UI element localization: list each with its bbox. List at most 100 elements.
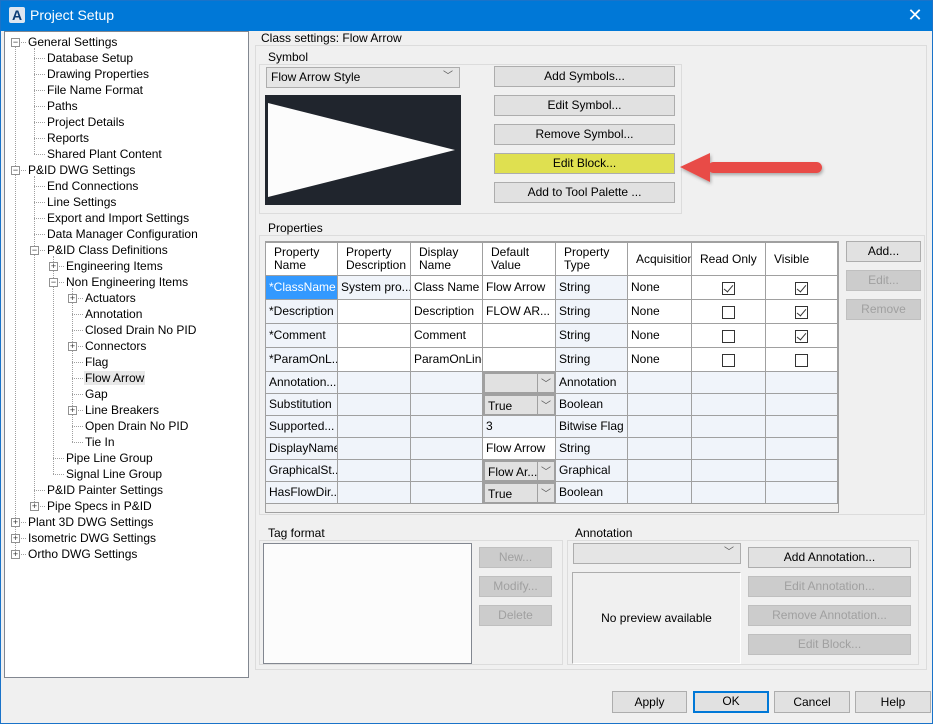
cell-visible[interactable] — [766, 438, 838, 460]
cell-read-only[interactable] — [692, 276, 766, 300]
visible-checkbox[interactable] — [795, 329, 808, 343]
new-tag-format-button[interactable]: New... — [479, 547, 552, 568]
cell-display[interactable] — [411, 482, 483, 504]
tree-item[interactable]: Closed Drain No PID — [84, 322, 197, 338]
cell-display[interactable] — [411, 460, 483, 482]
annotation-dropdown[interactable]: ﹀ — [573, 543, 741, 564]
tree-item[interactable]: Reports — [46, 130, 90, 146]
remove-annotation-button[interactable]: Remove Annotation... — [748, 605, 911, 626]
cell-read-only[interactable] — [692, 394, 766, 416]
tree-item[interactable]: Project Details — [46, 114, 125, 130]
cell-default[interactable]: Flow Arrow — [483, 438, 556, 460]
read-only-checkbox[interactable] — [722, 353, 735, 367]
cell-visible[interactable] — [766, 416, 838, 438]
cell-default[interactable] — [483, 324, 556, 348]
edit-annotation-button[interactable]: Edit Annotation... — [748, 576, 911, 597]
visible-checkbox[interactable] — [795, 281, 808, 295]
visible-checkbox[interactable] — [795, 305, 808, 319]
tree-item[interactable]: Tie In — [84, 434, 116, 450]
column-header[interactable]: Visible — [766, 243, 838, 276]
cell-display[interactable]: Comment — [411, 324, 483, 348]
cell-display[interactable]: Description — [411, 300, 483, 324]
tree-item[interactable]: Non Engineering Items — [65, 274, 189, 290]
tree-item[interactable]: Line Breakers — [84, 402, 160, 418]
tree-item[interactable]: Pipe Line Group — [65, 450, 154, 466]
tree-item[interactable]: Flag — [84, 354, 109, 370]
tree-item[interactable]: Drawing Properties — [46, 66, 150, 82]
cell-display[interactable] — [411, 372, 483, 394]
read-only-checkbox[interactable] — [722, 305, 735, 319]
cell-read-only[interactable] — [692, 416, 766, 438]
cell-default[interactable]: True ﹀ — [483, 394, 556, 416]
cell-read-only[interactable] — [692, 300, 766, 324]
column-header[interactable]: Property Description — [338, 243, 411, 276]
tree-item[interactable]: P&ID Class Definitions — [46, 242, 169, 258]
symbol-style-dropdown[interactable]: Flow Arrow Style ﹀ — [266, 67, 460, 88]
chevron-down-icon[interactable]: ﹀ — [537, 462, 554, 480]
cell-visible[interactable] — [766, 276, 838, 300]
tree-item[interactable]: Pipe Specs in P&ID — [46, 498, 153, 514]
expand-icon[interactable]: + — [11, 550, 20, 559]
tree-item[interactable]: Plant 3D DWG Settings — [27, 514, 154, 530]
tree-item[interactable]: Data Manager Configuration — [46, 226, 199, 242]
cell-default[interactable]: Flow Ar... ﹀ — [483, 460, 556, 482]
collapse-icon[interactable]: − — [30, 246, 39, 255]
column-header[interactable]: Property Name — [266, 243, 338, 276]
cell-read-only[interactable] — [692, 324, 766, 348]
cell-display[interactable] — [411, 438, 483, 460]
chevron-down-icon[interactable]: ﹀ — [537, 396, 554, 414]
column-header[interactable]: Default Value — [483, 243, 556, 276]
cell-read-only[interactable] — [692, 460, 766, 482]
column-header[interactable]: Property Type — [556, 243, 628, 276]
tree-item[interactable]: Shared Plant Content — [46, 146, 163, 162]
cell-display[interactable]: ParamOnLine — [411, 348, 483, 372]
tree-item[interactable]: Open Drain No PID — [84, 418, 189, 434]
cell-visible[interactable] — [766, 348, 838, 372]
annotation-edit-block-button[interactable]: Edit Block... — [748, 634, 911, 655]
tree-item[interactable]: Engineering Items — [65, 258, 164, 274]
add-property-button[interactable]: Add... — [846, 241, 921, 262]
tree-item[interactable]: Export and Import Settings — [46, 210, 190, 226]
expand-icon[interactable]: + — [11, 534, 20, 543]
read-only-checkbox[interactable] — [722, 281, 735, 295]
cell-default[interactable]: FLOW AR... — [483, 300, 556, 324]
tree-item[interactable]: Paths — [46, 98, 79, 114]
cell-default[interactable]: ﹀ — [483, 372, 556, 394]
expand-icon[interactable]: + — [68, 342, 77, 351]
read-only-checkbox[interactable] — [722, 329, 735, 343]
column-header[interactable]: Acquisition — [628, 243, 692, 276]
close-icon[interactable]: ✕ — [900, 3, 930, 27]
tree-item[interactable]: Isometric DWG Settings — [27, 530, 157, 546]
expand-icon[interactable]: + — [30, 502, 39, 511]
tree-item[interactable]: Signal Line Group — [65, 466, 163, 482]
cell-default[interactable]: True ﹀ — [483, 482, 556, 504]
tree-item[interactable]: Actuators — [84, 290, 137, 306]
cell-read-only[interactable] — [692, 372, 766, 394]
cell-read-only[interactable] — [692, 482, 766, 504]
expand-icon[interactable]: + — [11, 518, 20, 527]
chevron-down-icon[interactable]: ﹀ — [537, 374, 554, 392]
tree-item[interactable]: End Connections — [46, 178, 139, 194]
add-annotation-button[interactable]: Add Annotation... — [748, 547, 911, 568]
column-header[interactable]: Read Only — [692, 243, 766, 276]
add-to-tool-palette-button[interactable]: Add to Tool Palette ... — [494, 182, 675, 203]
tag-format-list[interactable] — [263, 543, 472, 664]
collapse-icon[interactable]: − — [49, 278, 58, 287]
help-button[interactable]: Help — [855, 691, 931, 713]
cell-display[interactable]: Class Name — [411, 276, 483, 300]
tree-item[interactable]: General Settings — [27, 34, 118, 50]
edit-block-button[interactable]: Edit Block... — [494, 153, 675, 174]
cell-display[interactable] — [411, 394, 483, 416]
cell-default[interactable]: Flow Arrow — [483, 276, 556, 300]
remove-property-button[interactable]: Remove — [846, 299, 921, 320]
tree-item[interactable]: Gap — [84, 386, 109, 402]
cell-display[interactable] — [411, 416, 483, 438]
remove-symbol-button[interactable]: Remove Symbol... — [494, 124, 675, 145]
tree-item[interactable]: Line Settings — [46, 194, 117, 210]
cell-visible[interactable] — [766, 482, 838, 504]
tree-item[interactable]: File Name Format — [46, 82, 144, 98]
tree-item[interactable]: Annotation — [84, 306, 143, 322]
cell-visible[interactable] — [766, 324, 838, 348]
edit-symbol-button[interactable]: Edit Symbol... — [494, 95, 675, 116]
expand-icon[interactable]: + — [68, 294, 77, 303]
